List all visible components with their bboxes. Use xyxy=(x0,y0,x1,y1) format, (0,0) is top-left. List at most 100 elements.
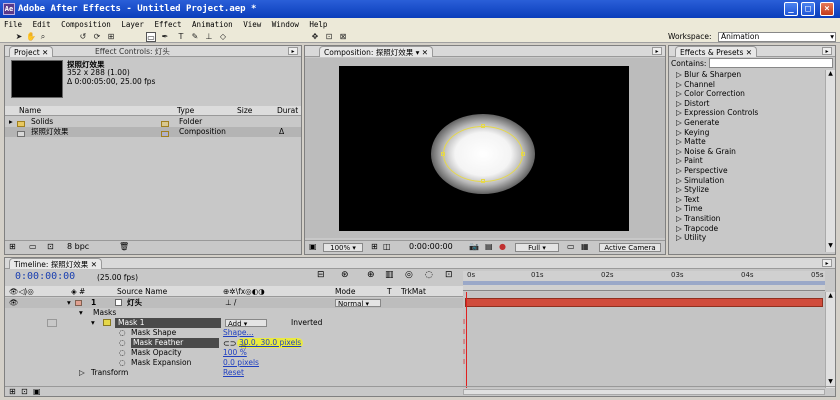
transform-reset-link[interactable]: Reset xyxy=(223,368,244,378)
keyframe-icon[interactable]: I xyxy=(463,328,465,336)
label-color-icon[interactable] xyxy=(75,300,82,306)
scroll-up-icon[interactable]: ▲ xyxy=(826,70,835,79)
column-duration[interactable]: Durat xyxy=(277,106,298,115)
always-preview-icon[interactable]: ▣ xyxy=(309,242,317,251)
selection-tool-icon[interactable]: ➤ xyxy=(14,32,24,42)
table-row[interactable]: 👁 ▾ 1 灯头 ⊥ / Normal ▾ xyxy=(5,298,463,308)
motion-blur-icon[interactable]: ◌ xyxy=(425,270,433,280)
list-item[interactable]: ▷ Keying xyxy=(671,128,825,138)
comp-canvas[interactable] xyxy=(339,66,629,231)
list-item[interactable]: ▷ Noise & Grain xyxy=(671,147,825,157)
snapshot-icon[interactable]: 📷 xyxy=(469,242,479,251)
toggle-switches-icon[interactable]: ⊞ xyxy=(9,387,16,396)
list-item[interactable]: ▷ Perspective xyxy=(671,166,825,176)
column-size[interactable]: Size xyxy=(237,106,252,115)
table-row[interactable]: ▾ Masks xyxy=(5,308,463,318)
expand-arrow-icon[interactable]: ▾ xyxy=(79,308,83,318)
workspace-select[interactable]: Animation ▾ xyxy=(718,32,836,42)
list-item[interactable]: ▷ Matte xyxy=(671,137,825,147)
time-ruler[interactable]: 0s 01s 02s 03s 04s 05s xyxy=(463,271,825,291)
expand-arrow-icon[interactable]: ▾ xyxy=(67,298,71,308)
maximize-button[interactable]: □ xyxy=(801,2,815,16)
stopwatch-icon[interactable]: ◌ xyxy=(119,328,126,338)
trash-icon[interactable]: 🗑 xyxy=(119,242,129,251)
zoom-slider[interactable] xyxy=(463,389,825,395)
color-channels-icon[interactable]: ● xyxy=(499,242,506,251)
hand-tool-icon[interactable]: ✋ xyxy=(26,32,36,42)
menu-file[interactable]: File xyxy=(4,20,22,29)
panel-menu-icon[interactable]: ▸ xyxy=(652,47,662,55)
frame-blending-icon[interactable]: ◎ xyxy=(405,270,413,280)
mask-path[interactable] xyxy=(443,126,523,182)
text-tool-icon[interactable]: T xyxy=(176,32,186,42)
table-row[interactable]: ◌ Mask Opacity 100 % xyxy=(5,348,463,358)
list-item[interactable]: ▷ Utility xyxy=(671,233,825,243)
close-button[interactable]: × xyxy=(820,2,834,16)
stopwatch-icon[interactable]: ◌ xyxy=(119,338,126,348)
blend-mode-select[interactable]: Normal ▾ xyxy=(335,299,381,308)
work-area-bar[interactable] xyxy=(463,281,825,285)
expand-arrow-icon[interactable]: ▾ xyxy=(91,318,95,328)
show-snapshot-icon[interactable]: ▤ xyxy=(485,242,493,251)
mask-tool-icon[interactable]: ▭ xyxy=(146,32,156,42)
mask-vertex-handle[interactable] xyxy=(441,152,445,156)
keyframe-icon[interactable]: I xyxy=(463,318,465,326)
column-source-name[interactable]: Source Name xyxy=(117,287,167,296)
list-item[interactable]: ▸ Solids Folder xyxy=(5,117,301,127)
mask-mode-select[interactable]: Add ▾ xyxy=(225,319,267,328)
menu-help[interactable]: Help xyxy=(309,20,327,29)
column-name[interactable]: Name xyxy=(19,106,41,115)
lock-box[interactable] xyxy=(47,319,57,327)
mask-shape-value[interactable]: Shape... xyxy=(223,328,254,338)
stopwatch-icon[interactable]: ◌ xyxy=(119,358,126,368)
menu-window[interactable]: Window xyxy=(272,20,299,29)
panel-menu-icon[interactable]: ▸ xyxy=(822,259,832,267)
keyframe-icon[interactable]: I xyxy=(463,358,465,366)
transparency-grid-icon[interactable]: ▦ xyxy=(581,242,589,251)
minimize-button[interactable]: _ xyxy=(784,2,798,16)
region-of-interest-icon[interactable]: ▭ xyxy=(567,242,575,251)
keyframe-icon[interactable]: I xyxy=(463,348,465,356)
zoom-tool-icon[interactable]: ⌕ xyxy=(38,32,48,42)
list-item[interactable]: ▷ Transition xyxy=(671,214,825,224)
mask-vertex-handle[interactable] xyxy=(481,179,485,183)
hide-shy-layers-icon[interactable]: ▥ xyxy=(385,270,394,280)
new-comp-icon[interactable]: ⊡ xyxy=(47,242,54,251)
orbit-camera-icon[interactable]: ⟳ xyxy=(92,32,102,42)
expand-arrow-icon[interactable]: ▸ xyxy=(9,117,13,127)
inverted-checkbox[interactable] xyxy=(273,319,281,327)
list-item[interactable]: ▷ Blur & Sharpen xyxy=(671,70,825,80)
list-item[interactable]: ▷ Trapcode xyxy=(671,224,825,234)
draft-3d-icon[interactable]: ⊕ xyxy=(367,270,375,280)
rotate-tool-icon[interactable]: ↺ xyxy=(78,32,88,42)
eraser-icon[interactable]: ◇ xyxy=(218,32,228,42)
mask-color-swatch[interactable] xyxy=(103,319,111,326)
column-type[interactable]: Type xyxy=(177,106,194,115)
live-update-icon[interactable]: ⊛ xyxy=(341,270,349,280)
list-item[interactable]: ▷ Stylize xyxy=(671,185,825,195)
mask-vertex-handle[interactable] xyxy=(521,152,525,156)
mask-visibility-icon[interactable]: ◫ xyxy=(383,242,391,251)
mask-expansion-value[interactable]: 0.0 pixels xyxy=(223,358,259,368)
table-row[interactable]: ▷ Transform Reset xyxy=(5,368,463,378)
interpret-footage-icon[interactable]: ⊞ xyxy=(9,242,16,251)
list-item[interactable]: ▷ Color Correction xyxy=(671,89,825,99)
timeline-timecode[interactable]: 0:00:00:00 xyxy=(15,271,75,282)
list-item[interactable]: ▷ Distort xyxy=(671,99,825,109)
list-item[interactable]: ▷ Text xyxy=(671,195,825,205)
axis-local-icon[interactable]: ✥ xyxy=(310,32,320,42)
list-item[interactable]: ▷ Generate xyxy=(671,118,825,128)
layer-name[interactable]: 灯头 xyxy=(127,298,142,308)
panel-menu-icon[interactable]: ▸ xyxy=(822,47,832,55)
pan-behind-icon[interactable]: ⊞ xyxy=(106,32,116,42)
menu-effect[interactable]: Effect xyxy=(154,20,181,29)
mask-opacity-value[interactable]: 100 % xyxy=(223,348,247,358)
menu-composition[interactable]: Composition xyxy=(61,20,111,29)
menu-edit[interactable]: Edit xyxy=(33,20,51,29)
pen-tool-icon[interactable]: ✒ xyxy=(160,32,170,42)
expand-arrow-icon[interactable]: ▷ xyxy=(79,368,85,378)
toggle-in-out-icon[interactable]: ▣ xyxy=(33,387,41,396)
axis-view-icon[interactable]: ⊠ xyxy=(338,32,348,42)
list-item[interactable]: ▷ Expression Controls xyxy=(671,108,825,118)
effects-scrollbar[interactable]: ▲ ▼ xyxy=(825,70,835,252)
